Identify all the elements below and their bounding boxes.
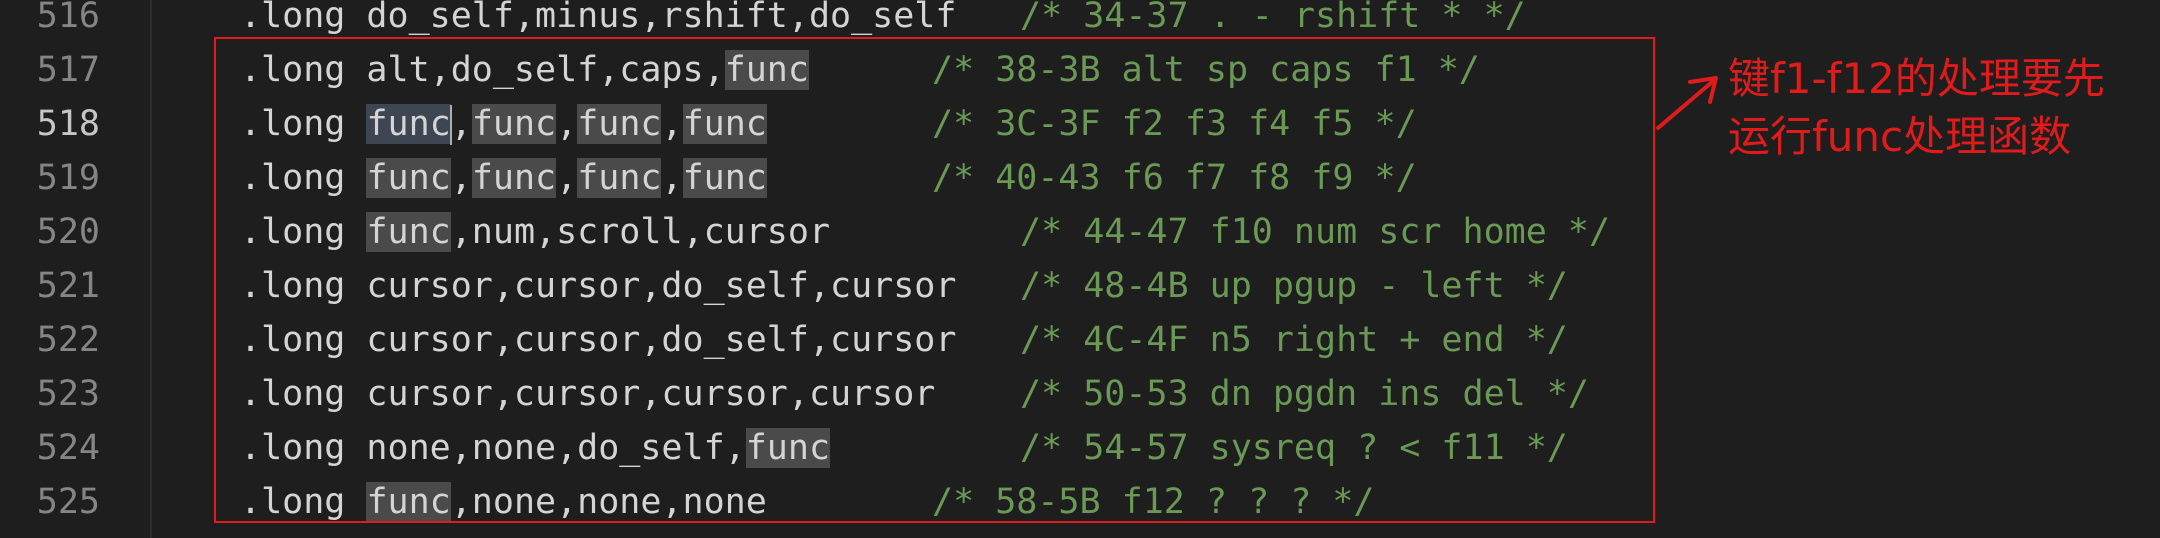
line-number: 516 xyxy=(36,0,100,36)
line-number: 522 xyxy=(36,320,100,360)
line-number: 518 xyxy=(36,104,100,144)
annotation-highlight-box xyxy=(214,37,1655,523)
annotation-line: 运行func处理函数 xyxy=(1728,112,2072,161)
line-number: 517 xyxy=(36,50,100,90)
annotation-arrow-icon xyxy=(1656,76,1718,130)
line-number: 521 xyxy=(36,266,100,306)
annotation-note: 键f1-f12的处理要先 运行func处理函数 xyxy=(1728,50,2148,166)
line-number: 523 xyxy=(36,374,100,414)
line-number: 524 xyxy=(36,428,100,468)
line-number: 520 xyxy=(36,212,100,252)
line-number: 525 xyxy=(36,482,100,522)
annotation-line: 键f1-f12的处理要先 xyxy=(1728,54,2105,103)
line-number: 519 xyxy=(36,158,100,198)
